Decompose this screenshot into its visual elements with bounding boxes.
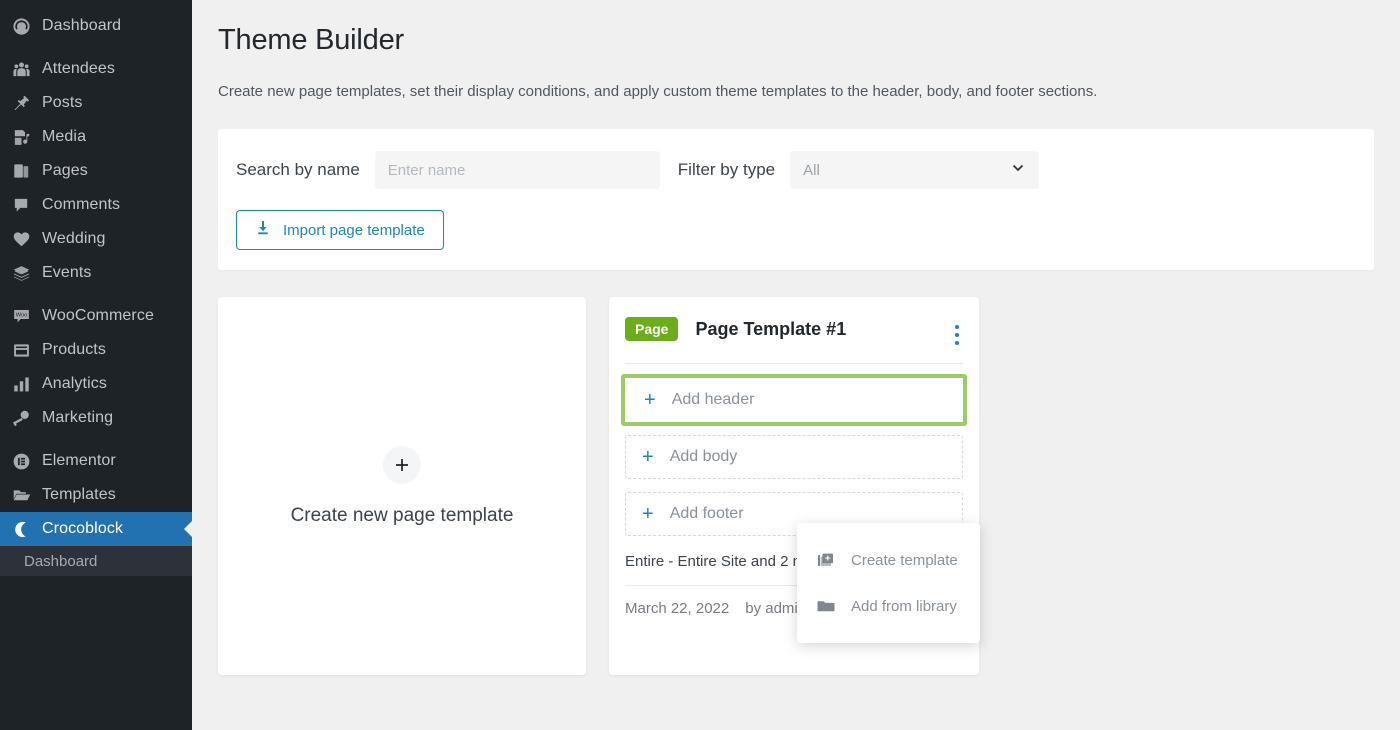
marketing-icon	[12, 408, 38, 428]
plus-icon: +	[642, 503, 654, 525]
heart-icon	[12, 229, 38, 249]
sidebar-item-media[interactable]: Media	[0, 120, 192, 154]
dashboard-icon	[12, 16, 38, 36]
sidebar-subitem-label: Dashboard	[24, 552, 98, 570]
filter-panel: Search by name Filter by type All Import…	[218, 129, 1374, 270]
sidebar-item-label: Wedding	[42, 230, 106, 247]
import-button-label: Import page template	[283, 221, 425, 239]
sidebar-item-label: Templates	[42, 486, 116, 503]
admin-sidebar: Dashboard Attendees Posts Media Pages Co…	[0, 0, 192, 730]
template-name: Page Template #1	[695, 318, 847, 339]
pages-icon	[12, 161, 38, 181]
products-icon	[12, 340, 38, 360]
add-body-slot[interactable]: + Add body	[625, 435, 963, 479]
template-grid: Create new page template Page Page Templ…	[218, 297, 1400, 675]
create-template-icon	[815, 551, 837, 569]
plus-icon: +	[642, 446, 654, 468]
events-icon	[12, 263, 38, 283]
template-card-header: Page Page Template #1	[625, 317, 963, 341]
sidebar-item-dashboard[interactable]: Dashboard	[0, 9, 192, 43]
add-body-label: Add body	[669, 448, 738, 465]
analytics-icon	[12, 374, 38, 394]
folder-icon	[815, 597, 837, 615]
svg-text:Woo: Woo	[16, 312, 28, 318]
sidebar-item-label: Analytics	[42, 375, 107, 392]
pin-icon	[12, 93, 38, 113]
sidebar-item-label: Attendees	[42, 60, 115, 77]
woocommerce-icon: Woo	[12, 306, 38, 326]
menu-item-label: Create template	[851, 551, 958, 569]
sidebar-item-crocoblock[interactable]: Crocoblock	[0, 512, 192, 546]
import-page-template-button[interactable]: Import page template	[236, 210, 444, 250]
add-template-dropdown-menu: Create template Add from library	[797, 523, 980, 643]
sidebar-item-events[interactable]: Events	[0, 256, 192, 290]
menu-item-label: Add from library	[851, 597, 957, 615]
plus-icon	[383, 445, 421, 484]
sidebar-item-attendees[interactable]: Attendees	[0, 52, 192, 86]
filter-row: Search by name Filter by type All	[236, 151, 1356, 189]
sidebar-item-label: Marketing	[42, 409, 114, 426]
page-title: Theme Builder	[218, 24, 404, 56]
sidebar-item-comments[interactable]: Comments	[0, 188, 192, 222]
page-description: Create new page templates, set their dis…	[218, 83, 1098, 100]
sidebar-item-elementor[interactable]: Elementor	[0, 444, 192, 478]
sidebar-item-label: Crocoblock	[42, 520, 124, 537]
sidebar-item-label: Pages	[42, 162, 88, 179]
divider	[625, 363, 963, 364]
add-header-label: Add header	[671, 391, 755, 408]
chevron-down-icon	[1010, 160, 1026, 181]
sidebar-item-wedding[interactable]: Wedding	[0, 222, 192, 256]
sidebar-item-label: Products	[42, 341, 106, 358]
filter-type-label: Filter by type	[677, 160, 776, 179]
sidebar-item-label: Posts	[42, 94, 83, 111]
folder-icon	[12, 485, 38, 505]
add-header-slot[interactable]: + Add header	[621, 374, 967, 426]
media-icon	[12, 127, 38, 147]
elementor-icon	[12, 451, 38, 471]
create-card-label: Create new page template	[290, 504, 514, 526]
sidebar-item-label: Dashboard	[42, 17, 122, 34]
sidebar-item-marketing[interactable]: Marketing	[0, 401, 192, 435]
crocoblock-icon	[12, 519, 38, 539]
sidebar-item-analytics[interactable]: Analytics	[0, 367, 192, 401]
download-icon	[255, 220, 271, 240]
sidebar-subitem-dashboard[interactable]: Dashboard	[0, 546, 192, 576]
sidebar-item-templates[interactable]: Templates	[0, 478, 192, 512]
plus-icon: +	[644, 389, 656, 411]
comments-icon	[12, 195, 38, 215]
sidebar-item-label: Elementor	[42, 452, 116, 469]
add-footer-label: Add footer	[669, 505, 744, 522]
attendees-icon	[12, 59, 38, 79]
menu-item-create-template[interactable]: Create template	[797, 537, 980, 583]
main-content: Theme Builder Create new page templates,…	[192, 0, 1400, 730]
active-pointer	[184, 520, 192, 538]
sidebar-item-label: Media	[42, 128, 87, 145]
page-template-card: Page Page Template #1 + Add header + Add…	[609, 297, 980, 675]
search-label: Search by name	[236, 160, 360, 179]
sidebar-item-label: Comments	[42, 196, 121, 213]
sidebar-item-woocommerce[interactable]: Woo WooCommerce	[0, 299, 192, 333]
sidebar-item-posts[interactable]: Posts	[0, 86, 192, 120]
search-input[interactable]	[374, 151, 660, 189]
template-date: March 22, 2022	[625, 600, 730, 617]
template-slot-list: + Add header + Add body + Add footer Cre…	[621, 374, 980, 643]
sidebar-item-products[interactable]: Products	[0, 333, 192, 367]
sidebar-item-label: WooCommerce	[42, 307, 154, 324]
filter-type-value: All	[803, 161, 820, 179]
sidebar-item-pages[interactable]: Pages	[0, 154, 192, 188]
admin-screen: Dashboard Attendees Posts Media Pages Co…	[0, 0, 1400, 730]
kebab-menu-icon[interactable]	[955, 325, 959, 345]
sidebar-item-label: Events	[42, 264, 92, 281]
menu-item-add-from-library[interactable]: Add from library	[797, 583, 980, 629]
create-new-page-template-card[interactable]: Create new page template	[218, 297, 586, 675]
filter-type-select[interactable]: All	[790, 151, 1040, 189]
status-badge: Page	[625, 317, 679, 341]
